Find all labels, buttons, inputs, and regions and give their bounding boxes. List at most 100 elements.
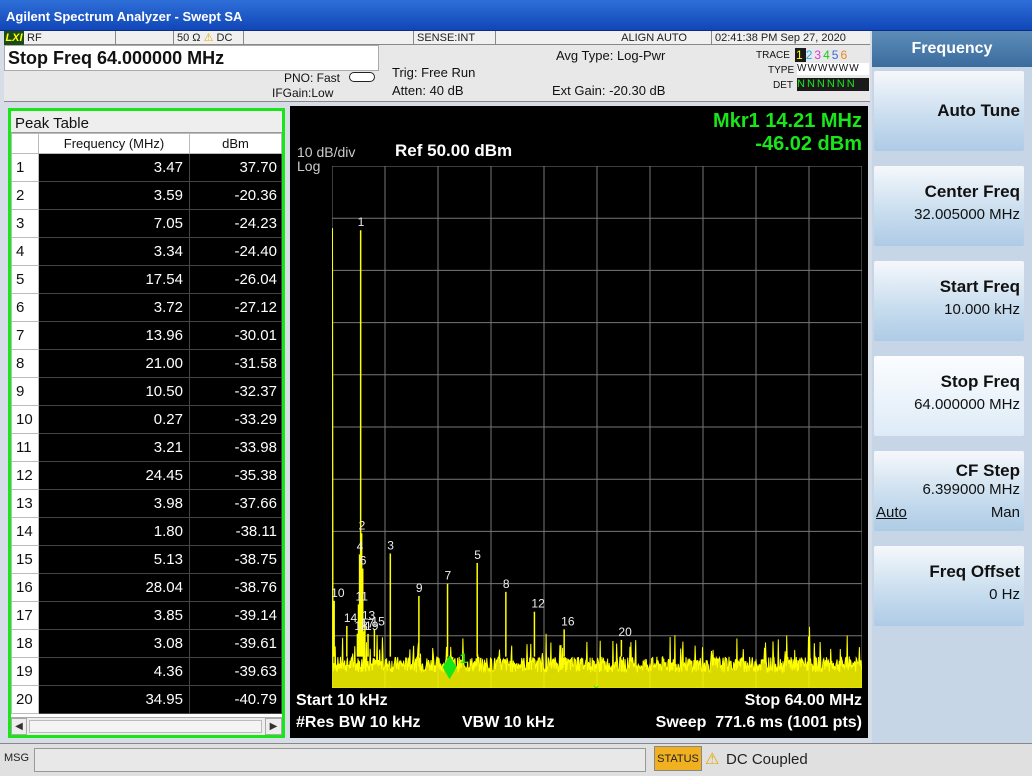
pno-toggle-icon[interactable] (349, 72, 375, 82)
peak-amplitude: -24.40 (189, 237, 282, 266)
active-function-label: Stop Freq 64.000000 MHz (8, 48, 225, 68)
freq-offset-button[interactable]: Freq Offset 0 Hz (874, 546, 1024, 626)
peak-table-grid: Frequency (MHz) dBm 1 3.47 37.70 2 3.59 -20.3… (11, 133, 282, 714)
peak-frequency: 3.47 (38, 153, 190, 182)
freq-offset-label: Freq Offset (929, 562, 1020, 581)
peak-frequency: 4.36 (38, 657, 190, 686)
peak-label: 19 (365, 619, 379, 633)
peak-table-title: Peak Table (11, 111, 282, 133)
table-row[interactable]: 20 34.95 -40.79 (11, 685, 282, 714)
trace-1: 1 (795, 48, 806, 62)
peak-frequency: 7.05 (38, 209, 190, 238)
cf-step-button[interactable]: CF Step 6.399000 MHz Auto Man (874, 451, 1024, 531)
peak-index: 15 (11, 545, 39, 574)
table-row[interactable]: 12 24.45 -35.38 (11, 461, 282, 490)
auto-tune-label: Auto Tune (937, 101, 1020, 120)
message-bar: MSG STATUS ⚠ DC Coupled (0, 743, 1032, 776)
scroll-left-icon[interactable]: ◀ (11, 718, 27, 735)
trace-3: 3 (814, 48, 824, 62)
peak-table-header: Frequency (MHz) dBm (11, 133, 282, 154)
peak-index: 4 (11, 237, 39, 266)
table-row[interactable]: 9 10.50 -32.37 (11, 377, 282, 406)
table-row[interactable]: 7 13.96 -30.01 (11, 321, 282, 350)
trigger-label: Trig: Free Run (392, 65, 476, 80)
active-function[interactable]: Stop Freq 64.000000 MHz (4, 45, 379, 71)
trace-6: 6 (840, 48, 850, 62)
impedance-label: 50 Ω (177, 32, 201, 44)
center-freq-label: Center Freq (924, 182, 1020, 201)
peak-label: 8 (503, 577, 510, 591)
table-row[interactable]: 11 3.21 -33.98 (11, 433, 282, 462)
table-row[interactable]: 18 3.08 -39.61 (11, 629, 282, 658)
status-button[interactable]: STATUS (654, 746, 702, 771)
peak-amplitude: 37.70 (189, 153, 282, 182)
peak-table-scrollbar[interactable]: ◀ ▶ (11, 717, 282, 735)
table-row[interactable]: 15 5.13 -38.75 (11, 545, 282, 574)
table-row[interactable]: 16 28.04 -38.76 (11, 573, 282, 602)
scroll-right-icon[interactable]: ▶ (265, 718, 282, 735)
peak-index: 19 (11, 657, 39, 686)
sense-label: SENSE:INT (417, 32, 476, 44)
start-freq-button[interactable]: Start Freq 10.000 kHz (874, 261, 1024, 341)
datetime: 02:41:38 PM Sep 27, 2020 (712, 31, 870, 45)
peak-frequency: 3.34 (38, 237, 190, 266)
table-row[interactable]: 14 1.80 -38.11 (11, 517, 282, 546)
atten-label: Atten: 40 dB (392, 83, 464, 98)
peak-index: 10 (11, 405, 39, 434)
spectrum-display[interactable]: 10 dB/div Log Ref 50.00 dBm Mkr1 14.21 M… (290, 106, 868, 738)
peak-amplitude: -20.36 (189, 181, 282, 210)
peak-frequency: 3.21 (38, 433, 190, 462)
ref-level-label: Ref 50.00 dBm (395, 141, 513, 160)
peak-label: 9 (416, 581, 423, 595)
rf-label: RF (27, 32, 42, 44)
ifgain-label: IFGain:Low (272, 86, 334, 100)
peak-index: 6 (11, 293, 39, 322)
table-row[interactable]: 17 3.85 -39.14 (11, 601, 282, 630)
peak-index: 2 (11, 181, 39, 210)
table-row[interactable]: 2 3.59 -20.36 (11, 181, 282, 210)
table-row[interactable]: 6 3.72 -27.12 (11, 293, 282, 322)
scroll-thumb[interactable] (29, 720, 262, 733)
peak-frequency: 28.04 (38, 573, 190, 602)
table-row[interactable]: 8 21.00 -31.58 (11, 349, 282, 378)
peak-table-body: 1 3.47 37.70 2 3.59 -20.36 3 7.05 -24.23 4 3.34 -24… (11, 153, 282, 714)
table-row[interactable]: 1 3.47 37.70 (11, 153, 282, 182)
table-row[interactable]: 19 4.36 -39.63 (11, 657, 282, 686)
coupling-label: DC (216, 32, 233, 44)
cf-step-man-option[interactable]: Man (991, 504, 1020, 521)
peak-frequency: 0.27 (38, 405, 190, 434)
table-row[interactable]: 4 3.34 -24.40 (11, 237, 282, 266)
peak-label: 7 (445, 569, 452, 583)
peak-index: 5 (11, 265, 39, 294)
table-row[interactable]: 10 0.27 -33.29 (11, 405, 282, 434)
window-title: Agilent Spectrum Analyzer - Swept SA (6, 9, 243, 24)
frequency-header[interactable]: Frequency (MHz) (38, 133, 190, 154)
peak-amplitude: -26.04 (189, 265, 282, 294)
peak-amplitude: -33.29 (189, 405, 282, 434)
peak-index: 20 (11, 685, 39, 714)
vbw-label: VBW 10 kHz (462, 714, 555, 731)
peak-index: 7 (11, 321, 39, 350)
stop-freq-button[interactable]: Stop Freq 64.000000 MHz (874, 356, 1024, 436)
marker-amplitude: -46.02 dBm (755, 133, 862, 155)
peak-frequency: 5.13 (38, 545, 190, 574)
peak-frequency: 3.85 (38, 601, 190, 630)
peak-amplitude: -37.66 (189, 489, 282, 518)
cf-step-auto-option[interactable]: Auto (876, 504, 907, 521)
dbm-header[interactable]: dBm (189, 133, 282, 154)
det-values: NNNNNN (797, 78, 869, 91)
auto-tune-button[interactable]: Auto Tune (874, 71, 1024, 151)
stop-freq-key-label: Stop Freq (940, 372, 1020, 391)
table-row[interactable]: 13 3.98 -37.66 (11, 489, 282, 518)
peak-label: 20 (618, 625, 632, 639)
table-row[interactable]: 3 7.05 -24.23 (11, 209, 282, 238)
align-indicator: ALIGN AUTO (496, 31, 712, 45)
peak-amplitude: -39.14 (189, 601, 282, 630)
spectrum-plot[interactable]: 40.030.020.010.00.00-10.0-20.0-30.0-40.0… (332, 166, 862, 688)
rbw-label: #Res BW 10 kHz (296, 714, 421, 731)
peak-label: 2 (359, 518, 366, 532)
status-spacer (244, 31, 414, 45)
table-row[interactable]: 5 17.54 -26.04 (11, 265, 282, 294)
peak-amplitude: -39.63 (189, 657, 282, 686)
center-freq-button[interactable]: Center Freq 32.005000 MHz (874, 166, 1024, 246)
